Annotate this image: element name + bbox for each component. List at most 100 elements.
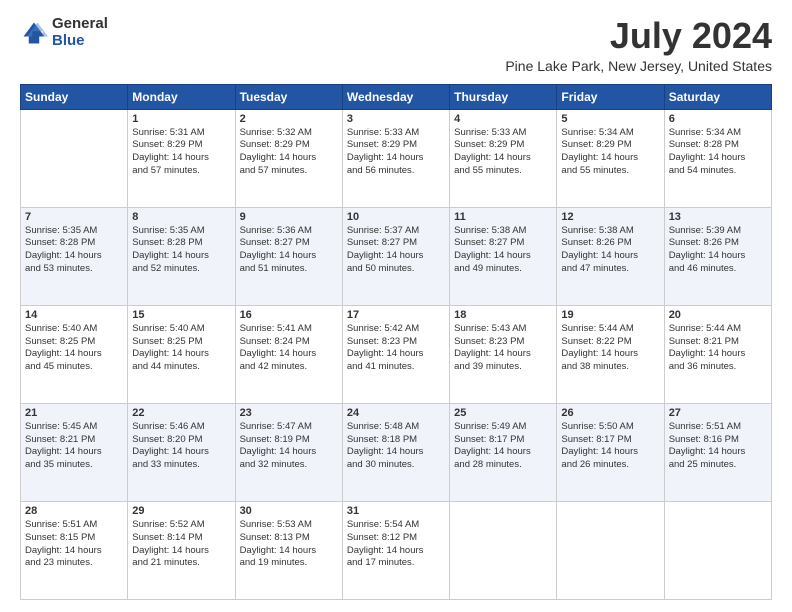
day-number: 23 — [240, 407, 338, 419]
day-number: 1 — [132, 113, 230, 125]
day-info: Sunrise: 5:44 AM Sunset: 8:21 PM Dayligh… — [669, 323, 767, 374]
calendar-week-5: 28 Sunrise: 5:51 AM Sunset: 8:15 PM Dayli… — [21, 501, 772, 599]
calendar-cell — [450, 501, 557, 599]
day-info: Sunrise: 5:53 AM Sunset: 8:13 PM Dayligh… — [240, 519, 338, 570]
calendar-cell: 4 Sunrise: 5:33 AM Sunset: 8:29 PM Daylig… — [450, 109, 557, 207]
day-number: 24 — [347, 407, 445, 419]
logo-icon — [20, 19, 48, 47]
calendar-cell: 28 Sunrise: 5:51 AM Sunset: 8:15 PM Dayli… — [21, 501, 128, 599]
calendar-cell — [21, 109, 128, 207]
day-number: 27 — [669, 407, 767, 419]
day-number: 20 — [669, 309, 767, 321]
day-number: 22 — [132, 407, 230, 419]
day-number: 28 — [25, 505, 123, 517]
calendar-cell: 14 Sunrise: 5:40 AM Sunset: 8:25 PM Dayli… — [21, 305, 128, 403]
day-info: Sunrise: 5:40 AM Sunset: 8:25 PM Dayligh… — [25, 323, 123, 374]
calendar-cell: 6 Sunrise: 5:34 AM Sunset: 8:28 PM Daylig… — [664, 109, 771, 207]
day-info: Sunrise: 5:35 AM Sunset: 8:28 PM Dayligh… — [25, 225, 123, 276]
day-info: Sunrise: 5:50 AM Sunset: 8:17 PM Dayligh… — [561, 421, 659, 472]
calendar-cell: 31 Sunrise: 5:54 AM Sunset: 8:12 PM Dayli… — [342, 501, 449, 599]
day-info: Sunrise: 5:51 AM Sunset: 8:16 PM Dayligh… — [669, 421, 767, 472]
day-number: 14 — [25, 309, 123, 321]
day-info: Sunrise: 5:36 AM Sunset: 8:27 PM Dayligh… — [240, 225, 338, 276]
day-number: 31 — [347, 505, 445, 517]
logo: General Blue — [20, 16, 108, 49]
day-info: Sunrise: 5:49 AM Sunset: 8:17 PM Dayligh… — [454, 421, 552, 472]
day-info: Sunrise: 5:35 AM Sunset: 8:28 PM Dayligh… — [132, 225, 230, 276]
day-info: Sunrise: 5:41 AM Sunset: 8:24 PM Dayligh… — [240, 323, 338, 374]
calendar-cell: 10Sunrise: 5:37 AM Sunset: 8:27 PM Dayli… — [342, 207, 449, 305]
day-number: 2 — [240, 113, 338, 125]
calendar-cell: 2 Sunrise: 5:32 AM Sunset: 8:29 PM Daylig… — [235, 109, 342, 207]
day-info: Sunrise: 5:34 AM Sunset: 8:29 PM Dayligh… — [561, 127, 659, 178]
calendar-cell: 29 Sunrise: 5:52 AM Sunset: 8:14 PM Dayli… — [128, 501, 235, 599]
day-number: 18 — [454, 309, 552, 321]
calendar-cell: 20 Sunrise: 5:44 AM Sunset: 8:21 PM Dayli… — [664, 305, 771, 403]
calendar-cell: 17 Sunrise: 5:42 AM Sunset: 8:23 PM Dayli… — [342, 305, 449, 403]
day-number: 30 — [240, 505, 338, 517]
calendar-cell: 24Sunrise: 5:48 AM Sunset: 8:18 PM Dayli… — [342, 403, 449, 501]
day-number: 12 — [561, 211, 659, 223]
header-friday: Friday — [557, 84, 664, 109]
logo-text: General Blue — [52, 16, 108, 49]
day-number: 13 — [669, 211, 767, 223]
day-number: 6 — [669, 113, 767, 125]
day-number: 8 — [132, 211, 230, 223]
day-info: Sunrise: 5:47 AM Sunset: 8:19 PM Dayligh… — [240, 421, 338, 472]
calendar-cell: 19Sunrise: 5:44 AM Sunset: 8:22 PM Dayli… — [557, 305, 664, 403]
day-number: 19 — [561, 309, 659, 321]
day-info: Sunrise: 5:31 AM Sunset: 8:29 PM Dayligh… — [132, 127, 230, 178]
day-info: Sunrise: 5:51 AM Sunset: 8:15 PM Dayligh… — [25, 519, 123, 570]
day-info: Sunrise: 5:39 AM Sunset: 8:26 PM Dayligh… — [669, 225, 767, 276]
day-number: 5 — [561, 113, 659, 125]
day-number: 25 — [454, 407, 552, 419]
logo-blue: Blue — [52, 33, 108, 50]
calendar-cell: 13 Sunrise: 5:39 AM Sunset: 8:26 PM Dayli… — [664, 207, 771, 305]
day-number: 21 — [25, 407, 123, 419]
calendar-cell: 23 Sunrise: 5:47 AM Sunset: 8:19 PM Dayli… — [235, 403, 342, 501]
calendar-week-2: 7Sunrise: 5:35 AM Sunset: 8:28 PM Daylig… — [21, 207, 772, 305]
day-info: Sunrise: 5:33 AM Sunset: 8:29 PM Dayligh… — [454, 127, 552, 178]
day-number: 16 — [240, 309, 338, 321]
header-saturday: Saturday — [664, 84, 771, 109]
calendar-week-4: 21Sunrise: 5:45 AM Sunset: 8:21 PM Dayli… — [21, 403, 772, 501]
calendar-cell: 12Sunrise: 5:38 AM Sunset: 8:26 PM Dayli… — [557, 207, 664, 305]
main-title: July 2024 — [505, 16, 772, 56]
page: General Blue July 2024 Pine Lake Park, N… — [0, 0, 792, 612]
day-info: Sunrise: 5:43 AM Sunset: 8:23 PM Dayligh… — [454, 323, 552, 374]
calendar-cell: 9 Sunrise: 5:36 AM Sunset: 8:27 PM Daylig… — [235, 207, 342, 305]
day-number: 11 — [454, 211, 552, 223]
day-info: Sunrise: 5:54 AM Sunset: 8:12 PM Dayligh… — [347, 519, 445, 570]
calendar-cell: 15Sunrise: 5:40 AM Sunset: 8:25 PM Dayli… — [128, 305, 235, 403]
calendar-cell: 16 Sunrise: 5:41 AM Sunset: 8:24 PM Dayli… — [235, 305, 342, 403]
calendar-week-1: 1 Sunrise: 5:31 AM Sunset: 8:29 PM Daylig… — [21, 109, 772, 207]
header-thursday: Thursday — [450, 84, 557, 109]
day-info: Sunrise: 5:34 AM Sunset: 8:28 PM Dayligh… — [669, 127, 767, 178]
calendar-cell: 21Sunrise: 5:45 AM Sunset: 8:21 PM Dayli… — [21, 403, 128, 501]
title-block: July 2024 Pine Lake Park, New Jersey, Un… — [505, 16, 772, 74]
day-info: Sunrise: 5:52 AM Sunset: 8:14 PM Dayligh… — [132, 519, 230, 570]
calendar-cell: 3Sunrise: 5:33 AM Sunset: 8:29 PM Daylig… — [342, 109, 449, 207]
calendar-cell: 11 Sunrise: 5:38 AM Sunset: 8:27 PM Dayli… — [450, 207, 557, 305]
subtitle: Pine Lake Park, New Jersey, United State… — [505, 58, 772, 74]
calendar-cell: 1 Sunrise: 5:31 AM Sunset: 8:29 PM Daylig… — [128, 109, 235, 207]
day-number: 10 — [347, 211, 445, 223]
calendar-cell: 8 Sunrise: 5:35 AM Sunset: 8:28 PM Daylig… — [128, 207, 235, 305]
day-number: 4 — [454, 113, 552, 125]
day-number: 17 — [347, 309, 445, 321]
day-number: 9 — [240, 211, 338, 223]
header: General Blue July 2024 Pine Lake Park, N… — [20, 16, 772, 74]
day-info: Sunrise: 5:46 AM Sunset: 8:20 PM Dayligh… — [132, 421, 230, 472]
day-number: 3 — [347, 113, 445, 125]
day-info: Sunrise: 5:42 AM Sunset: 8:23 PM Dayligh… — [347, 323, 445, 374]
calendar-header-row: Sunday Monday Tuesday Wednesday Thursday… — [21, 84, 772, 109]
calendar-cell: 27 Sunrise: 5:51 AM Sunset: 8:16 PM Dayli… — [664, 403, 771, 501]
day-number: 15 — [132, 309, 230, 321]
calendar-cell: 26Sunrise: 5:50 AM Sunset: 8:17 PM Dayli… — [557, 403, 664, 501]
calendar-cell — [557, 501, 664, 599]
day-info: Sunrise: 5:32 AM Sunset: 8:29 PM Dayligh… — [240, 127, 338, 178]
header-wednesday: Wednesday — [342, 84, 449, 109]
day-info: Sunrise: 5:38 AM Sunset: 8:27 PM Dayligh… — [454, 225, 552, 276]
calendar-cell: 5 Sunrise: 5:34 AM Sunset: 8:29 PM Daylig… — [557, 109, 664, 207]
day-number: 29 — [132, 505, 230, 517]
